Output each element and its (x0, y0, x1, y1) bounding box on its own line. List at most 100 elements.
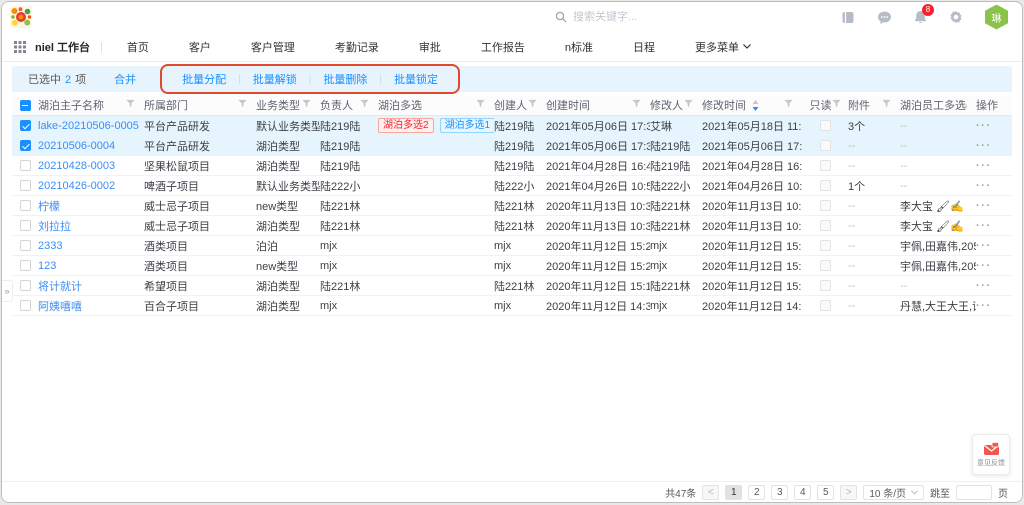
readonly-checkbox[interactable] (820, 300, 831, 311)
notebook-icon[interactable] (841, 11, 855, 24)
row-actions-menu[interactable]: ··· (976, 240, 992, 252)
record-name-link[interactable]: 柠檬 (38, 201, 60, 213)
filter-icon[interactable] (832, 99, 841, 111)
next-page-button[interactable]: > (840, 485, 857, 500)
filter-icon[interactable] (784, 99, 793, 111)
readonly-checkbox[interactable] (820, 220, 831, 231)
row-checkbox[interactable] (20, 280, 31, 291)
nav-item-4[interactable]: 考勤记录 (315, 39, 399, 55)
filter-icon[interactable] (476, 99, 485, 111)
feedback-label: 意见反馈 (977, 458, 1005, 468)
filter-icon[interactable] (632, 99, 641, 111)
filter-icon[interactable] (684, 99, 693, 111)
row-checkbox[interactable] (20, 140, 31, 151)
record-name-link[interactable]: 将计就计 (38, 281, 82, 293)
readonly-checkbox[interactable] (820, 180, 831, 191)
page-button-5[interactable]: 5 (817, 485, 834, 500)
search-box[interactable] (555, 11, 703, 23)
page-button-3[interactable]: 3 (771, 485, 788, 500)
filter-icon[interactable] (882, 99, 891, 111)
nav-more-menu[interactable]: 更多菜单 (675, 39, 757, 55)
row-actions-menu[interactable]: ··· (976, 180, 992, 192)
batch-action-4[interactable]: 批量锁定 (394, 71, 438, 87)
cell-name: 柠檬 (38, 198, 144, 214)
settings-icon[interactable] (949, 10, 963, 24)
messages-icon[interactable] (877, 11, 892, 24)
column-header-staff: 湖泊员工多选(无首选) (900, 97, 976, 113)
row-checkbox[interactable] (20, 120, 31, 131)
row-actions-menu[interactable]: ··· (976, 140, 992, 152)
readonly-checkbox[interactable] (820, 200, 831, 211)
record-name-link[interactable]: lake-20210506-0005 (38, 120, 139, 132)
row-actions-menu[interactable]: ··· (976, 120, 992, 132)
panel-expand-handle[interactable]: » (2, 280, 13, 302)
row-checkbox[interactable] (20, 220, 31, 231)
filter-icon[interactable] (126, 99, 135, 111)
prev-page-button[interactable]: < (702, 485, 719, 500)
search-input[interactable] (573, 11, 703, 23)
jump-page-input[interactable] (956, 485, 992, 500)
row-actions-menu[interactable]: ··· (976, 160, 992, 172)
filter-icon[interactable] (360, 99, 369, 111)
nav-item-5[interactable]: 审批 (399, 39, 461, 55)
page-button-2[interactable]: 2 (748, 485, 765, 500)
cell-owner: mjx (320, 260, 378, 272)
readonly-checkbox[interactable] (820, 240, 831, 251)
batch-action-2[interactable]: 批量解锁 (253, 71, 297, 87)
feedback-button[interactable]: 意见反馈 (972, 434, 1010, 475)
merge-button[interactable]: 合并 (114, 71, 136, 87)
page-button-1[interactable]: 1 (725, 485, 742, 500)
row-actions-menu[interactable]: ··· (976, 200, 992, 212)
row-checkbox[interactable] (20, 200, 31, 211)
filter-icon[interactable] (528, 99, 537, 111)
cell-modifier: mjx (650, 240, 702, 252)
app-logo[interactable] (10, 6, 32, 28)
workspace-title[interactable]: niel 工作台 (35, 39, 90, 55)
page-button-4[interactable]: 4 (794, 485, 811, 500)
record-name-link[interactable]: 20210506-0004 (38, 140, 115, 152)
record-name-link[interactable]: 20210428-0003 (38, 160, 115, 172)
avatar[interactable]: 琳 (985, 5, 1008, 30)
nav-item-1[interactable]: 首页 (107, 39, 169, 55)
readonly-checkbox[interactable] (820, 120, 831, 131)
cell-dept: 百合子项目 (144, 298, 256, 314)
record-name-link[interactable]: 20210426-0002 (38, 180, 115, 192)
app-window: 8 琳 niel 工作台 | 首页客户客户管理考勤记录审批工作报告n标准日程 更… (1, 1, 1023, 503)
row-actions-menu[interactable]: ··· (976, 260, 992, 272)
filter-icon[interactable] (238, 99, 247, 111)
batch-action-1[interactable]: 批量分配 (182, 71, 226, 87)
apps-grid-icon[interactable] (14, 41, 26, 53)
readonly-checkbox[interactable] (820, 260, 831, 271)
table-row: 20210506-0004平台产品研发湖泊类型陆219陆陆219陆2021年05… (12, 136, 1012, 156)
row-checkbox[interactable] (20, 180, 31, 191)
sort-icon[interactable] (752, 100, 759, 111)
readonly-checkbox[interactable] (820, 140, 831, 151)
record-name-link[interactable]: 123 (38, 260, 56, 272)
nav-item-6[interactable]: 工作报告 (461, 39, 545, 55)
row-checkbox[interactable] (20, 240, 31, 251)
row-checkbox[interactable] (20, 300, 31, 311)
readonly-checkbox[interactable] (820, 160, 831, 171)
chevron-down-icon (911, 490, 918, 495)
record-name-link[interactable]: 阿姨嘻嘻 (38, 301, 82, 313)
column-header-check (12, 100, 38, 111)
nav-item-7[interactable]: n标准 (545, 39, 613, 55)
filter-icon[interactable] (302, 99, 311, 111)
readonly-checkbox[interactable] (820, 280, 831, 291)
row-checkbox[interactable] (20, 160, 31, 171)
batch-action-3[interactable]: 批量删除 (323, 71, 367, 87)
cell-actions: ··· (976, 200, 1012, 212)
nav-item-8[interactable]: 日程 (613, 39, 675, 55)
record-name-link[interactable]: 2333 (38, 240, 62, 252)
record-name-link[interactable]: 刘拉拉 (38, 221, 71, 233)
select-all-checkbox[interactable] (20, 100, 31, 111)
nav-item-2[interactable]: 客户 (169, 39, 231, 55)
row-actions-menu[interactable]: ··· (976, 300, 992, 312)
column-label: 附件 (848, 97, 870, 113)
row-actions-menu[interactable]: ··· (976, 280, 992, 292)
page-size-select[interactable]: 10 条/页 (863, 485, 924, 500)
nav-item-3[interactable]: 客户管理 (231, 39, 315, 55)
row-actions-menu[interactable]: ··· (976, 220, 992, 232)
row-checkbox[interactable] (20, 260, 31, 271)
notifications-icon[interactable]: 8 (914, 10, 927, 24)
